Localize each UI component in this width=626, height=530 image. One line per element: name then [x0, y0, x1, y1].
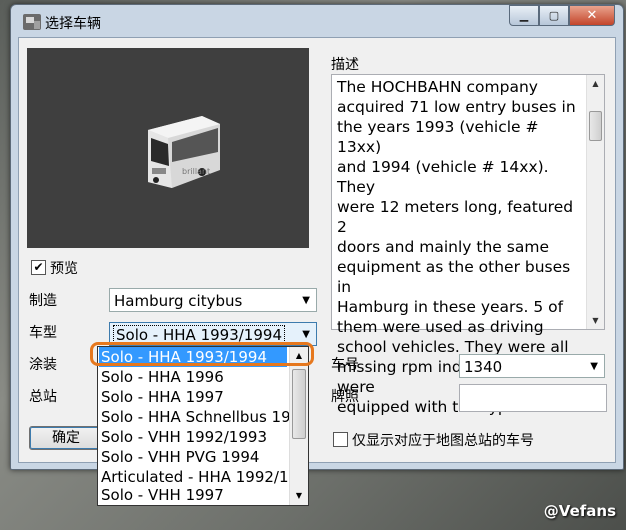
depot-label: 总站 [29, 389, 57, 405]
preview-checkbox[interactable]: ✔ [31, 260, 46, 275]
fleet-number-value: 1340 [464, 358, 503, 376]
scroll-up-icon[interactable]: ▲ [290, 347, 308, 365]
plate-input[interactable] [459, 384, 607, 412]
manufacturer-label: 制造 [29, 293, 57, 309]
fleet-number-label: 车号 [331, 357, 359, 373]
bus-image: brillant [148, 116, 220, 188]
chevron-down-icon: ▼ [302, 329, 310, 340]
scroll-up-icon[interactable]: ▲ [587, 75, 604, 92]
manufacturer-select[interactable]: Hamburg citybus ▼ [109, 288, 317, 312]
dropdown-scrollbar[interactable]: ▲ ▼ [289, 347, 308, 505]
vehicle-preview[interactable]: brillant [27, 48, 309, 248]
window-title: 选择车辆 [45, 16, 101, 32]
title-bar[interactable]: 选择车辆 ▁ ▢ ✕ [11, 5, 623, 37]
model-select[interactable]: Solo - HHA 1993/1994 ▼ [109, 322, 317, 346]
list-item[interactable]: Solo - VHH 1992/1993 [101, 427, 267, 447]
plate-label: 牌照 [331, 389, 359, 405]
app-icon [23, 14, 41, 30]
scroll-thumb[interactable] [589, 111, 602, 141]
ok-button[interactable]: 确定 [29, 426, 103, 450]
scroll-thumb[interactable] [292, 369, 306, 439]
description-label: 描述 [331, 57, 359, 73]
livery-dropdown-list[interactable]: Solo - HHA 1993/1994 Solo - HHA 1996 Sol… [97, 346, 309, 506]
description-scrollbar[interactable]: ▲ ▼ [586, 75, 604, 329]
list-item[interactable]: Solo - VHH 1997 [101, 485, 224, 505]
svg-text:brillant: brillant [182, 167, 210, 176]
model-label: 车型 [29, 325, 57, 341]
preview-label: 预览 [50, 261, 78, 277]
minimize-button[interactable]: ▁ [509, 5, 539, 26]
list-item[interactable]: Solo - VHH PVG 1994 [101, 447, 259, 467]
manufacturer-value: Hamburg citybus [114, 292, 243, 310]
watermark: @Vefans [543, 502, 616, 520]
livery-label: 涂装 [29, 357, 57, 373]
chevron-down-icon: ▼ [302, 295, 310, 306]
fleet-number-select[interactable]: 1340 ▼ [459, 354, 605, 378]
model-value: Solo - HHA 1993/1994 [113, 325, 285, 345]
filter-checkbox-label: 仅显示对应于地图总站的车号 [352, 433, 534, 449]
close-icon: ✕ [586, 8, 598, 23]
filter-checkbox[interactable] [333, 432, 348, 447]
list-item[interactable]: Articulated - HHA 1992/1 [101, 467, 289, 487]
description-box[interactable]: The HOCHBAHN company acquired 71 low ent… [331, 74, 605, 416]
minimize-icon: ▁ [519, 9, 529, 22]
close-button[interactable]: ✕ [569, 5, 615, 26]
chevron-down-icon: ▼ [590, 361, 598, 372]
scroll-down-icon[interactable]: ▼ [587, 312, 604, 329]
list-item[interactable]: Solo - HHA 1997 [101, 387, 224, 407]
list-item[interactable]: Solo - HHA 1996 [101, 367, 224, 387]
list-item[interactable]: Solo - HHA Schnellbus 19 [101, 407, 291, 427]
maximize-button[interactable]: ▢ [539, 5, 569, 26]
scroll-down-icon[interactable]: ▼ [290, 487, 308, 505]
list-item[interactable]: Solo - HHA 1993/1994 [99, 347, 287, 367]
maximize-icon: ▢ [548, 9, 560, 22]
caption-buttons: ▁ ▢ ✕ [509, 5, 615, 26]
